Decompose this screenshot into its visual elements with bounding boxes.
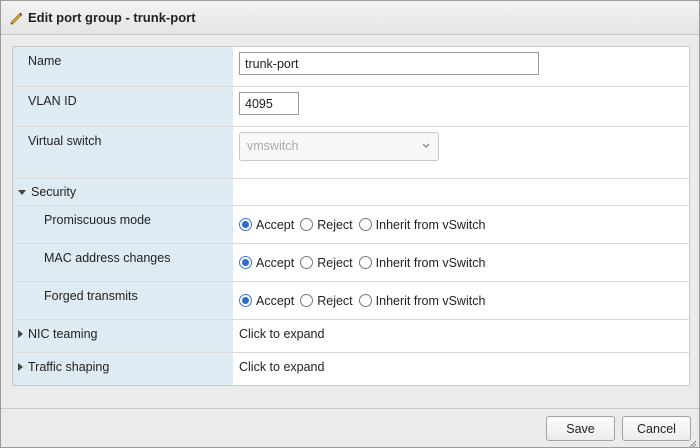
nic-teaming-expand-link[interactable]: Click to expand (239, 327, 324, 341)
dialog-footer: Save Cancel (1, 408, 699, 448)
chevron-down-icon (421, 133, 431, 171)
name-label: Name (28, 54, 62, 68)
promiscuous-mode-label: Promiscuous mode (44, 213, 151, 227)
security-label-cell[interactable]: Security (13, 179, 233, 205)
radio-label: Reject (317, 217, 353, 232)
promiscuous-mode-row: Promiscuous mode Accept Reject Inherit f… (13, 206, 689, 244)
mac-inherit-option[interactable]: Inherit from vSwitch (358, 255, 486, 270)
radio-selected-icon[interactable] (239, 218, 252, 231)
vlan-id-input[interactable] (239, 92, 299, 115)
dialog-titlebar[interactable]: Edit port group - trunk-port (1, 1, 699, 35)
virtual-switch-selected: vmswitch (247, 139, 299, 153)
security-label: Security (31, 185, 77, 199)
radio-label: Accept (256, 255, 295, 270)
forged-transmits-row: Forged transmits Accept Reject Inherit f… (13, 282, 689, 320)
virtual-switch-select[interactable]: vmswitch (239, 132, 439, 161)
expand-right-triangle-icon (18, 330, 23, 338)
resize-grip-icon[interactable] (689, 437, 697, 448)
vswitch-row: Virtual switch vmswitch (13, 127, 689, 179)
radio-unselected-icon[interactable] (300, 294, 314, 307)
radio-unselected-icon[interactable] (358, 294, 372, 307)
nic-teaming-row[interactable]: NIC teaming Click to expand (13, 320, 689, 353)
traffic-shaping-expand-link[interactable]: Click to expand (239, 360, 324, 374)
mac-label-cell: MAC address changes (13, 244, 233, 281)
cancel-button[interactable]: Cancel (622, 416, 691, 441)
security-section-header[interactable]: Security (13, 179, 689, 206)
mac-reject-option[interactable]: Reject (300, 255, 353, 270)
vswitch-label: Virtual switch (28, 134, 102, 148)
radio-unselected-icon[interactable] (358, 218, 372, 231)
vlan-row: VLAN ID (13, 87, 689, 127)
forged-inherit-option[interactable]: Inherit from vSwitch (358, 293, 486, 308)
forged-label-cell: Forged transmits (13, 282, 233, 319)
save-button[interactable]: Save (546, 416, 615, 441)
promiscuous-label-cell: Promiscuous mode (13, 206, 233, 243)
traffic-shaping-label: Traffic shaping (28, 360, 110, 374)
forged-reject-option[interactable]: Reject (300, 293, 353, 308)
promiscuous-reject-option[interactable]: Reject (300, 217, 353, 232)
forged-accept-option[interactable]: Accept (239, 294, 294, 308)
radio-selected-icon[interactable] (239, 256, 252, 269)
radio-label: Inherit from vSwitch (375, 217, 486, 232)
traffic-shaping-row[interactable]: Traffic shaping Click to expand (13, 353, 689, 385)
vlan-label-cell: VLAN ID (13, 87, 233, 126)
mac-address-changes-label: MAC address changes (44, 251, 171, 265)
mac-accept-option[interactable]: Accept (239, 256, 294, 270)
nic-teaming-label-cell[interactable]: NIC teaming (13, 320, 233, 352)
radio-selected-icon[interactable] (239, 294, 252, 307)
name-label-cell: Name (13, 47, 233, 86)
radio-label: Accept (256, 293, 295, 308)
name-input[interactable] (239, 52, 539, 75)
forged-transmits-radio-group: Accept Reject Inherit from vSwitch (239, 282, 491, 319)
promiscuous-inherit-option[interactable]: Inherit from vSwitch (358, 217, 486, 232)
name-row: Name (13, 47, 689, 87)
radio-unselected-icon[interactable] (300, 218, 314, 231)
edit-port-group-dialog: Edit port group - trunk-port Name VLAN I… (0, 0, 700, 448)
mac-address-changes-radio-group: Accept Reject Inherit from vSwitch (239, 244, 491, 281)
radio-unselected-icon[interactable] (300, 256, 314, 269)
radio-label: Inherit from vSwitch (375, 255, 486, 270)
radio-label: Reject (317, 255, 353, 270)
forged-transmits-label: Forged transmits (44, 289, 138, 303)
dialog-title: Edit port group - trunk-port (28, 10, 196, 25)
radio-label: Inherit from vSwitch (375, 293, 486, 308)
expand-down-triangle-icon (18, 189, 26, 195)
expand-right-triangle-icon (18, 363, 23, 371)
promiscuous-accept-option[interactable]: Accept (239, 218, 294, 232)
radio-label: Accept (256, 217, 295, 232)
traffic-shaping-label-cell[interactable]: Traffic shaping (13, 353, 233, 385)
vlan-label: VLAN ID (28, 94, 77, 108)
radio-unselected-icon[interactable] (358, 256, 372, 269)
vswitch-label-cell: Virtual switch (13, 127, 233, 178)
radio-label: Reject (317, 293, 353, 308)
mac-address-changes-row: MAC address changes Accept Reject Inheri… (13, 244, 689, 282)
nic-teaming-label: NIC teaming (28, 327, 98, 341)
pencil-icon (8, 10, 24, 26)
form-panel: Name VLAN ID Virtual switch vmswitch (12, 46, 690, 386)
promiscuous-mode-radio-group: Accept Reject Inherit from vSwitch (239, 206, 491, 243)
